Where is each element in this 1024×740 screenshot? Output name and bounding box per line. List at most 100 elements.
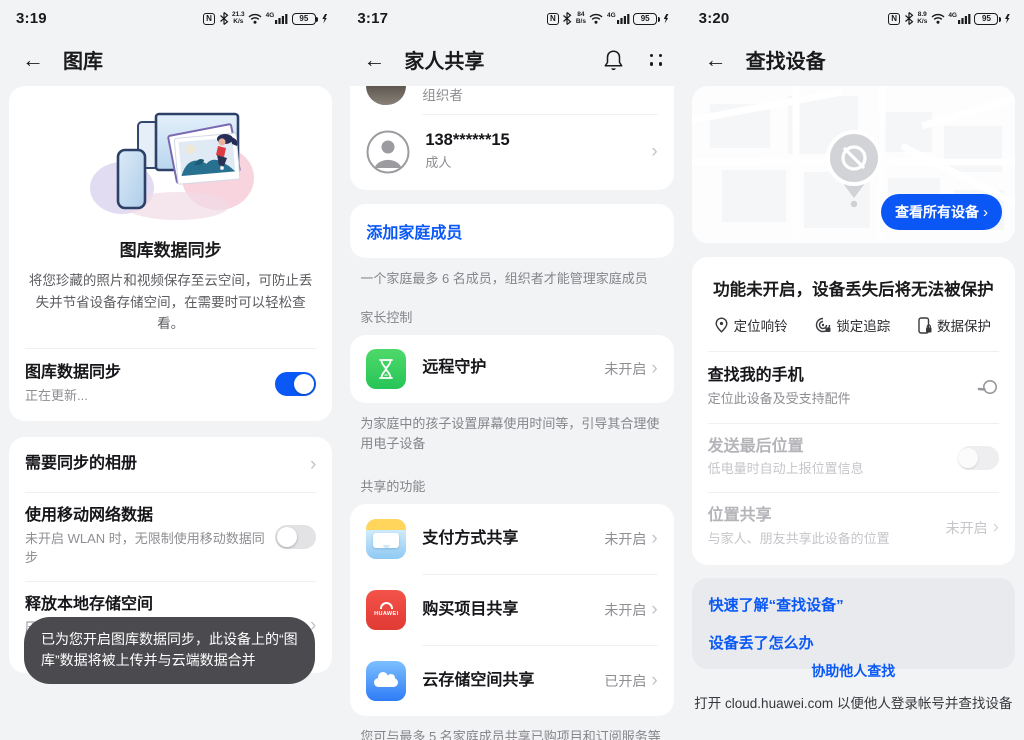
chevron-right-icon: › <box>651 671 657 690</box>
row-sub: 定位此设备及受支持配件 <box>708 390 977 409</box>
chevron-right-icon: › <box>993 518 999 537</box>
shared-features-card: 支付方式共享 未开启 › HUAWEI 购买项目共享 未开启 › 云存储空间共享… <box>350 504 673 716</box>
assist-note: 打开 cloud.huawei.com 以便他人登录帐号并查找设备 <box>683 692 1024 712</box>
network-speed: 8.9K/s <box>917 12 927 25</box>
clock: 3:19 <box>16 10 47 27</box>
status-icons: N 21.3K/s 4G 95 <box>203 12 327 25</box>
organizer-row-partial[interactable]: 组织者 <box>350 86 673 114</box>
remote-guard-row[interactable]: 远程守护 未开启 › <box>350 335 673 403</box>
chevron-right-icon: › <box>651 529 657 548</box>
gallery-sync-toggle[interactable] <box>275 372 316 396</box>
warning-title: 功能未开启，设备丢失后将无法被保护 <box>692 257 1015 300</box>
loading-spinner-icon <box>977 378 999 396</box>
wifi-icon <box>931 13 945 24</box>
row-status: 未开启 <box>604 529 646 549</box>
gallery-sync-illustration <box>25 100 316 224</box>
battery-icon: 95 <box>633 13 657 25</box>
signal-icon: 4G <box>948 13 971 24</box>
notification-bell-icon[interactable] <box>603 49 624 71</box>
view-all-devices-button[interactable]: 查看所有设备› <box>881 194 1002 230</box>
add-member-card[interactable]: 添加家庭成员 <box>350 204 673 258</box>
more-options-icon[interactable] <box>650 54 663 66</box>
send-last-location-row[interactable]: 发送最后位置 低电量时自动上报位置信息 <box>692 424 1015 493</box>
row-label: 查找我的手机 <box>708 366 977 387</box>
charging-icon <box>1005 14 1010 24</box>
gallery-hero: 图库数据同步 将您珍藏的照片和视频保存至云空间，可防止丢失并节省设备存储空间，在… <box>9 86 332 335</box>
app-bar: ← 查找设备 <box>683 30 1024 86</box>
nfc-icon: N <box>888 13 900 25</box>
back-button[interactable]: ← <box>22 49 44 71</box>
assist-others-link[interactable]: 协助他人查找 <box>683 661 1024 681</box>
signal-icon: 4G <box>266 13 289 24</box>
toggle-knob <box>294 374 314 394</box>
feature-data-protect: 数据保护 <box>918 315 991 335</box>
back-button[interactable]: ← <box>363 49 385 71</box>
chevron-right-icon: › <box>983 204 988 221</box>
add-member-button[interactable]: 添加家庭成员 <box>366 219 462 243</box>
chevron-right-icon: › <box>651 600 657 619</box>
gallery-sync-toggle-row[interactable]: 图库数据同步 正在更新... <box>9 349 332 422</box>
chevron-right-icon: › <box>651 142 657 161</box>
organizer-avatar <box>366 86 406 105</box>
toggle-label: 图库数据同步 <box>25 363 265 384</box>
app-bar: ← 家人共享 <box>341 30 682 86</box>
track-target-icon <box>815 317 831 333</box>
member-avatar-icon <box>366 130 410 174</box>
charging-icon <box>664 14 669 24</box>
page-title: 查找设备 <box>746 45 1004 74</box>
phone-lock-icon <box>918 317 932 334</box>
organizer-role: 组织者 <box>422 86 657 106</box>
cloud-storage-sharing-row[interactable]: 云存储空间共享 已开启 › <box>350 646 673 716</box>
row-label: 远程守护 <box>422 358 596 379</box>
toggle-status: 正在更新... <box>25 387 265 406</box>
bluetooth-icon <box>904 12 914 25</box>
mobile-data-toggle[interactable] <box>275 525 316 549</box>
find-my-phone-row[interactable]: 查找我的手机 定位此设备及受支持配件 <box>692 352 1015 423</box>
charging-icon <box>322 14 327 24</box>
chevron-right-icon: › <box>651 359 657 378</box>
nfc-icon: N <box>203 13 215 25</box>
send-last-location-toggle <box>958 446 999 470</box>
assist-footer: 协助他人查找 打开 cloud.huawei.com 以便他人登录帐号并查找设备 <box>683 661 1024 712</box>
section-parental-control: 家长控制 <box>360 307 663 326</box>
app-bar-actions <box>603 49 663 71</box>
row-status: 未开启 <box>604 600 646 620</box>
family-members-card: 组织者 138******15 成人 › <box>350 86 673 190</box>
location-pin-icon <box>714 317 729 333</box>
purchase-sharing-row[interactable]: HUAWEI 购买项目共享 未开启 › <box>350 575 673 645</box>
back-button[interactable]: ← <box>705 49 727 71</box>
wifi-icon <box>248 13 262 24</box>
row-sub: 低电量时自动上报位置信息 <box>708 460 948 479</box>
sync-title: 图库数据同步 <box>25 236 316 261</box>
mobile-data-row[interactable]: 使用移动网络数据 未开启 WLAN 时，无限制使用移动数据同步 <box>9 493 332 580</box>
payment-sharing-row[interactable]: 支付方式共享 未开启 › <box>350 504 673 574</box>
network-speed: 21.3K/s <box>232 12 245 25</box>
screen-gallery-sync: 3:19 N 21.3K/s 4G 95 ← 图库 <box>0 0 341 740</box>
page-title: 家人共享 <box>404 45 583 74</box>
member-name: 138******15 <box>425 130 646 151</box>
clock: 3:17 <box>357 10 388 27</box>
row-status: 已开启 <box>604 671 646 691</box>
bluetooth-icon <box>562 12 572 25</box>
row-label: 需要同步的相册 <box>25 454 305 475</box>
parental-control-note: 为家庭中的孩子设置屏幕使用时间等，引导其合理使用电子设备 <box>360 414 663 454</box>
cloud-icon <box>366 661 406 701</box>
appgallery-icon: HUAWEI <box>366 590 406 630</box>
chevron-right-icon: › <box>310 455 316 474</box>
row-label: 支付方式共享 <box>422 529 596 550</box>
location-sharing-row[interactable]: 位置共享 与家人、朋友共享此设备的位置 未开启 › <box>692 493 1015 565</box>
row-label: 发送最后位置 <box>708 437 948 458</box>
row-label: 释放本地存储空间 <box>25 595 305 616</box>
status-bar: 3:19 N 21.3K/s 4G 95 <box>0 0 341 30</box>
wallet-icon <box>366 519 406 559</box>
row-status: 未开启 <box>604 359 646 379</box>
quick-intro-link[interactable]: 快速了解“查找设备” <box>709 594 998 615</box>
network-speed: 84B/s <box>576 12 586 25</box>
nfc-icon: N <box>547 13 559 25</box>
albums-to-sync-row[interactable]: 需要同步的相册 › <box>9 437 332 492</box>
toggle-knob <box>958 448 978 468</box>
row-sub: 未开启 WLAN 时，无限制使用移动数据同步 <box>25 530 265 568</box>
device-lost-link[interactable]: 设备丢了怎么办 <box>709 632 998 653</box>
feature-list: 定位响铃 锁定追踪 数据保护 <box>692 300 1015 351</box>
member-row[interactable]: 138******15 成人 › <box>350 115 673 190</box>
